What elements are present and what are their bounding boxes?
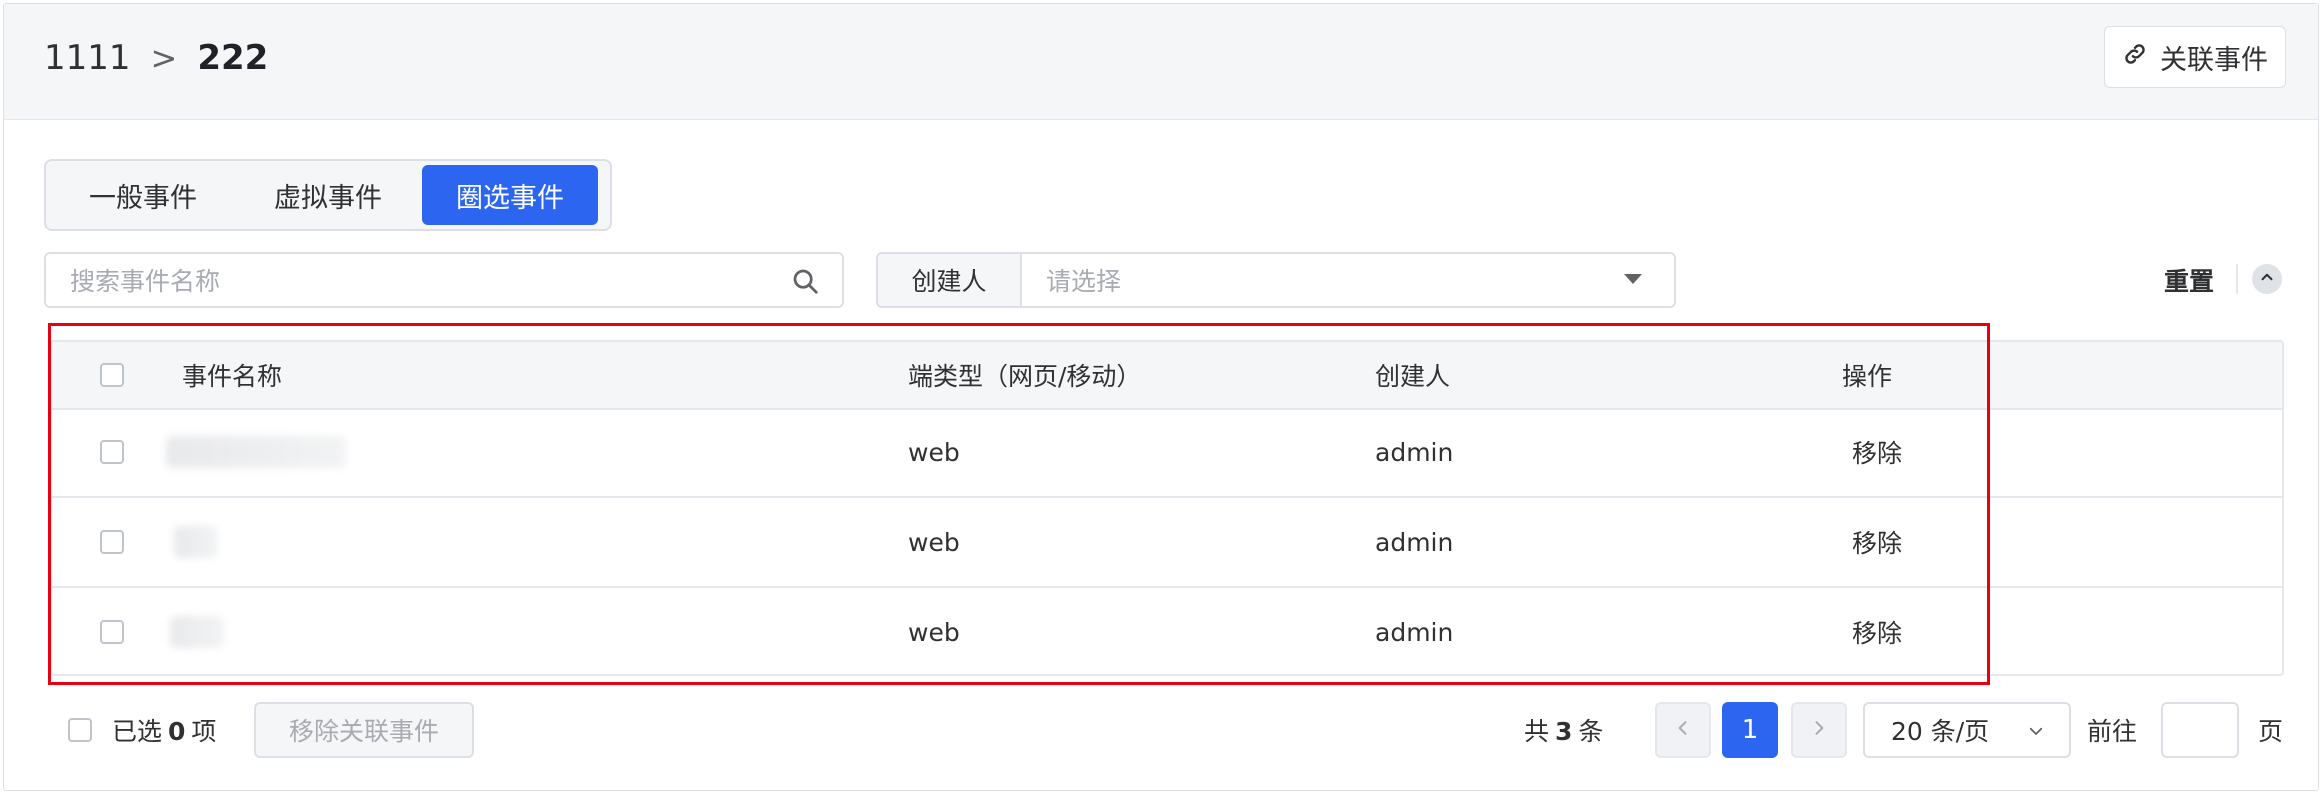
row-creator: admin [1375,617,1454,647]
page-number-button[interactable]: 1 [1722,702,1778,758]
table-row: web admin 移除 [52,498,2282,588]
toolbar-divider [2236,264,2238,294]
total-suffix: 条 [1578,717,1604,746]
events-table: 事件名称 端类型（网页/移动） 创建人 操作 web admin 移除 web … [50,340,2284,676]
creator-select-placeholder: 请选择 [1046,267,1122,296]
remove-link[interactable]: 移除 [1852,588,1902,676]
row-checkbox[interactable] [100,530,124,554]
footer-select-all-checkbox[interactable] [68,718,92,742]
remove-link[interactable]: 移除 [1852,498,1902,586]
chevron-up-icon [2258,268,2276,290]
redacted-event-name [170,616,224,648]
row-type: web [908,437,960,467]
goto-page-input[interactable] [2161,702,2239,758]
row-checkbox[interactable] [100,440,124,464]
remove-link[interactable]: 移除 [1852,408,1902,496]
column-header-name: 事件名称 [182,362,283,391]
selected-prefix: 已选 [112,717,163,746]
table-row: web admin 移除 [52,588,2282,676]
remove-linked-events-button[interactable]: 移除关联事件 [254,702,474,758]
total-count: 3 [1555,717,1573,746]
row-type: web [908,617,960,647]
link-event-button[interactable]: 关联事件 [2104,26,2286,88]
column-header-creator: 创建人 [1375,362,1451,391]
column-header-action: 操作 [1842,362,1893,391]
next-page-button[interactable] [1791,702,1847,758]
total-prefix: 共 [1524,717,1550,746]
select-all-checkbox[interactable] [100,363,124,387]
prev-page-button[interactable] [1655,702,1711,758]
creator-filter-label: 创建人 [878,254,1022,306]
redacted-event-name [166,436,346,468]
chevron-left-icon [1673,718,1693,742]
link-icon [2122,41,2148,74]
breadcrumb: 1111 > 222 [44,4,268,112]
caret-down-icon [1624,274,1642,284]
tab-circled-events[interactable]: 圈选事件 [422,165,598,225]
search-icon[interactable] [790,266,820,296]
selected-count: 0 [168,717,186,746]
reset-button[interactable]: 重置 [2164,262,2214,298]
chevron-right-icon [1809,718,1829,742]
page-size-value: 20 条/页 [1891,717,1990,746]
column-header-type: 端类型（网页/移动） [908,362,1142,391]
total-count-text: 共3条 [1524,712,1603,748]
goto-label: 前往 [2087,717,2138,746]
selected-count-text: 已选 0 项 [112,712,216,748]
breadcrumb-parent[interactable]: 1111 [44,38,131,78]
redacted-event-name [174,526,218,558]
goto-unit: 页 [2258,717,2284,746]
row-checkbox[interactable] [100,620,124,644]
tab-general-events[interactable]: 一般事件 [52,165,234,225]
link-event-label: 关联事件 [2160,44,2268,76]
search-input[interactable] [68,254,772,308]
row-creator: admin [1375,437,1454,467]
page-size-select[interactable]: 20 条/页 [1863,702,2071,758]
creator-filter: 创建人 请选择 [876,252,1676,308]
breadcrumb-separator: > [150,39,178,77]
page-header: 1111 > 222 关联事件 [4,4,2318,120]
search-box [44,252,844,308]
row-type: web [908,527,960,557]
collapse-button[interactable] [2252,264,2282,294]
row-creator: admin [1375,527,1454,557]
table-row: web admin 移除 [52,408,2282,498]
breadcrumb-current: 222 [197,38,269,78]
event-type-tabs: 一般事件 虚拟事件 圈选事件 [44,159,612,231]
table-header: 事件名称 端类型（网页/移动） 创建人 操作 [52,342,2282,410]
tab-virtual-events[interactable]: 虚拟事件 [234,165,422,225]
selected-suffix: 项 [191,717,217,746]
creator-select[interactable]: 请选择 [1022,254,1674,306]
